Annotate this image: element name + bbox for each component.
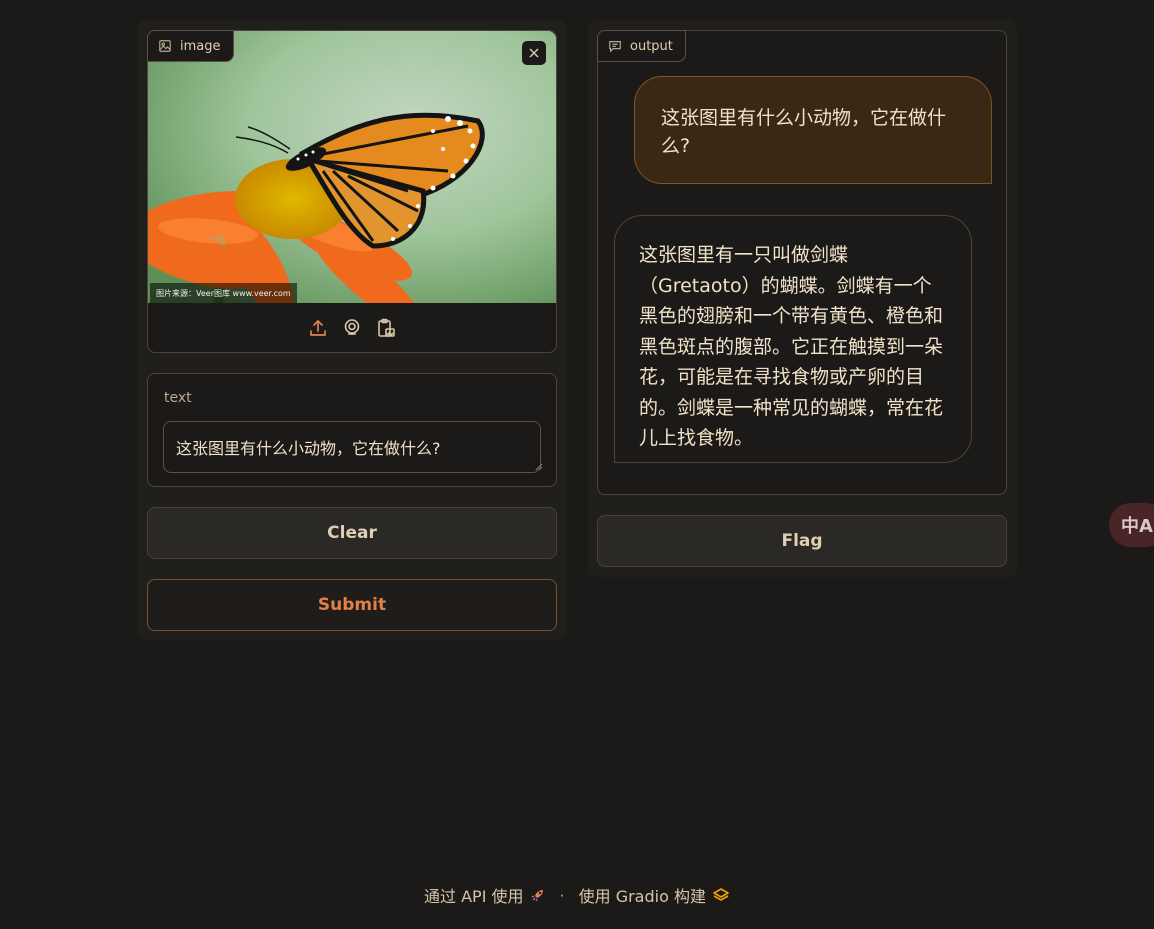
chat-icon: [609, 41, 621, 53]
output-label: output: [630, 38, 673, 54]
rocket-icon: [531, 890, 543, 902]
translate-button[interactable]: 中A: [1109, 503, 1154, 547]
footer-separator: ·: [559, 885, 565, 905]
clipboard-icon: [378, 318, 395, 337]
gradio-link-label: 使用 Gradio 构建: [578, 887, 706, 906]
image-input[interactable]: image 图片来源：Veer图库 www.veer.com: [147, 30, 557, 353]
clipboard-button[interactable]: [376, 318, 396, 338]
uploaded-image: 图片来源：Veer图库 www.veer.com: [148, 31, 556, 303]
upload-icon: [310, 320, 326, 336]
footer: 通过 API 使用 · 使用 Gradio 构建: [0, 883, 1154, 907]
resize-handle-icon[interactable]: [535, 463, 543, 471]
flag-button[interactable]: Flag: [597, 515, 1007, 567]
clear-button[interactable]: Clear: [147, 507, 557, 559]
webcam-icon: [344, 319, 360, 335]
clear-image-button[interactable]: [522, 41, 546, 65]
translate-icon: 中A: [1121, 516, 1153, 537]
bot-message: 这张图里有一只叫做剑蝶（Gretaoto）的蝴蝶。剑蝶有一个黑色的翅膀和一个带有…: [614, 215, 972, 463]
output-label-tag: output: [597, 30, 686, 62]
image-icon: [159, 40, 171, 52]
user-message: 这张图里有什么小动物，它在做什么?: [634, 76, 992, 184]
image-label: image: [180, 38, 221, 54]
image-label-tag: image: [147, 30, 234, 62]
text-input-block: text 这张图里有什么小动物，它在做什么?: [147, 373, 557, 487]
text-label: text: [164, 390, 192, 406]
text-input[interactable]: 这张图里有什么小动物，它在做什么?: [163, 421, 541, 473]
api-link-label: 通过 API 使用: [424, 887, 524, 906]
webcam-button[interactable]: [342, 318, 362, 338]
upload-button[interactable]: [308, 318, 328, 338]
output-chatbot: output 这张图里有什么小动物，它在做什么? 这张图里有一只叫做剑蝶（Gre…: [597, 30, 1007, 495]
api-link[interactable]: 通过 API 使用: [424, 883, 546, 907]
image-watermark: 图片来源：Veer图库 www.veer.com: [150, 283, 297, 303]
gradio-link[interactable]: 使用 Gradio 构建: [579, 883, 730, 907]
close-icon: [529, 48, 539, 58]
submit-button[interactable]: Submit: [147, 579, 557, 631]
gradio-logo-icon: [713, 888, 729, 901]
image-source-toolbar: [148, 303, 556, 353]
butterfly-photo: [148, 31, 556, 303]
